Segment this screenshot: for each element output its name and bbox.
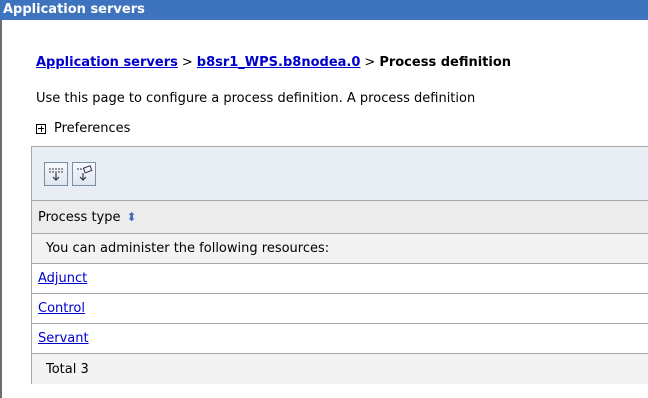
row-link-adjunct[interactable]: Adjunct (38, 271, 87, 286)
table-toolbar (32, 147, 648, 201)
deselect-all-icon[interactable] (72, 161, 96, 186)
row-link-control[interactable]: Control (38, 301, 85, 316)
table-row: Adjunct (32, 264, 648, 294)
row-link-servant[interactable]: Servant (38, 331, 89, 346)
breadcrumb-separator: > (364, 55, 376, 70)
preferences-toggle[interactable]: Preferences (36, 121, 130, 136)
breadcrumb-separator: > (181, 55, 193, 70)
breadcrumb: Application servers > b8sr1_WPS.b8nodea.0 >… (36, 55, 511, 70)
expand-plus-icon[interactable] (36, 123, 46, 134)
breadcrumb-server-link[interactable]: b8sr1_WPS.b8nodea.0 (197, 55, 361, 70)
preferences-label: Preferences (54, 121, 131, 136)
column-header-process-type[interactable]: Process type (38, 210, 121, 225)
sort-icon[interactable]: ⬍ (127, 211, 137, 223)
table-info-row: You can administer the following resourc… (32, 234, 648, 264)
info-text: You can administer the following resourc… (46, 241, 330, 256)
app-frame: Application servers Application servers >… (0, 0, 648, 398)
select-all-icon[interactable] (44, 161, 68, 186)
page-description: Use this page to configure a process def… (36, 91, 476, 106)
window-title: Application servers (0, 0, 648, 20)
breadcrumb-current: Process definition (379, 55, 512, 70)
table-row: Servant (32, 324, 648, 354)
table-total-row: Total 3 (32, 354, 648, 384)
table-row: Control (32, 294, 648, 324)
left-divider (0, 20, 2, 398)
table-header[interactable]: Process type ⬍ (32, 201, 648, 234)
total-count: Total 3 (46, 361, 89, 377)
process-table: Process type ⬍ You can administer the fo… (31, 146, 648, 384)
breadcrumb-application-servers-link[interactable]: Application servers (36, 55, 178, 70)
